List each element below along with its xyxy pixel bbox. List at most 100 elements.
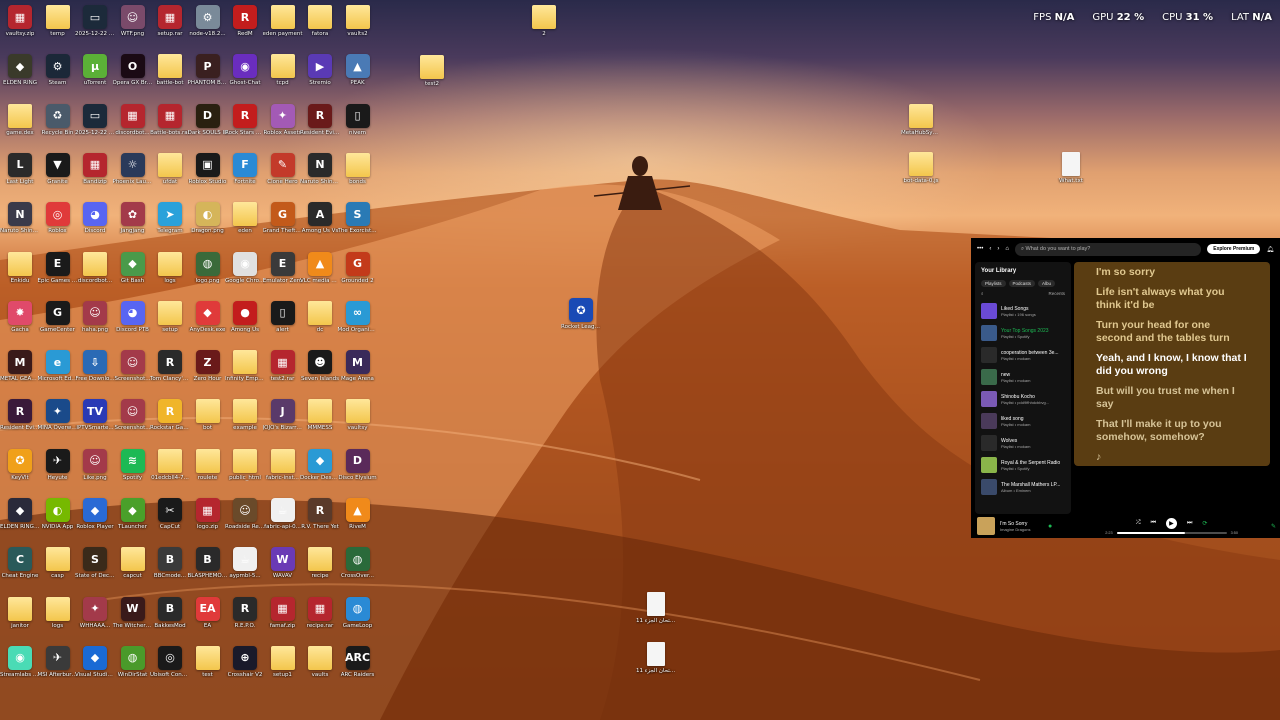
desktop-icon[interactable]: recipe — [302, 547, 338, 580]
desktop-icon[interactable]: vaultsy — [340, 399, 376, 432]
desktop-icon[interactable]: TV IPTVSmarte... — [76, 399, 114, 432]
desktop-icon[interactable]: امتحان الجزء 11 Aaqa ......... — [636, 592, 676, 625]
desktop-icon[interactable]: ◍ logo.png — [190, 251, 226, 285]
desktop-icon[interactable]: setup1 — [265, 645, 301, 679]
desktop-icon[interactable]: ⇩ Free Downlo... — [75, 350, 115, 383]
desktop-icon[interactable]: R Resident Evil 3 — [0, 399, 40, 432]
desktop-icon[interactable]: vaults2 — [340, 5, 376, 38]
shuffle-icon[interactable]: ⤮ — [1136, 520, 1141, 527]
desktop-icon[interactable]: casp — [40, 547, 76, 580]
now-playing-artist[interactable]: Imagine Dragons — [1000, 527, 1044, 532]
desktop-icon[interactable]: ◐ NVIDIA App — [40, 498, 76, 531]
desktop-icon[interactable]: ▣ Roblox Studio — [189, 152, 226, 186]
desktop-icon[interactable]: Z Zero Hour — [190, 350, 226, 383]
desktop-icon[interactable]: eden payment — [263, 5, 303, 38]
desktop-icon[interactable]: temp — [40, 5, 76, 38]
desktop-icon[interactable]: ∞ Mod Organizer — [338, 300, 378, 334]
desktop-icon[interactable]: BBLASPHEMOUS PC — [188, 547, 228, 580]
desktop-icon[interactable]: janitor — [2, 596, 38, 630]
desktop-icon[interactable]: test — [190, 645, 226, 679]
forward-icon[interactable]: › — [997, 246, 999, 252]
desktop-icon[interactable]: ◆ TLauncher — [115, 498, 151, 531]
playlist-item[interactable]: new Playlist • mokam — [975, 366, 1071, 388]
desktop-icon[interactable]: bot — [190, 399, 226, 432]
desktop-icon[interactable]: C Cheat Engine — [2, 547, 38, 580]
desktop-icon[interactable]: ☼Phoenix Launcher v2 — [113, 152, 153, 186]
desktop-icon[interactable]: ✦ Roblox Assets — [263, 103, 302, 137]
desktop-icon[interactable]: Infinity Empires — [225, 350, 265, 383]
desktop-icon[interactable]: NNaruto Shinobi... — [0, 202, 40, 235]
desktop-icon[interactable]: WThe Witcher 3 Wild Hunt — [113, 596, 153, 630]
desktop-icon[interactable]: ✪ KeyVlt — [2, 448, 38, 482]
desktop-icon[interactable]: ✈ MSI Afterburner — [38, 645, 78, 679]
desktop-icon[interactable]: ⚙ node-v18.2... — [189, 5, 226, 38]
desktop-icon[interactable]: G Grounded 2 — [340, 251, 376, 285]
desktop-icon[interactable]: ☺ haha.png — [77, 300, 113, 334]
lyric-line[interactable]: Life isn't always what you think it'd be — [1096, 286, 1248, 312]
desktop-icon[interactable]: setup — [152, 300, 188, 334]
previous-icon[interactable]: ⏮ — [1151, 520, 1156, 527]
desktop-icon[interactable]: ◕ Discord PTB — [115, 300, 151, 334]
desktop-icon[interactable]: tcpd — [265, 54, 301, 87]
desktop-icon[interactable]: M Mage Arena — [340, 350, 376, 383]
desktop-icon[interactable]: ◆Visual Studio Code — [75, 645, 115, 679]
desktop-icon[interactable]: ◉ Ghost-Chat — [227, 54, 263, 87]
desktop-icon[interactable]: ☺ Like.png — [77, 448, 113, 482]
desktop-icon[interactable]: example — [227, 399, 263, 432]
desktop-icon[interactable]: ✦ WHHAAA... — [77, 596, 113, 630]
desktop-icon[interactable]: capcut — [115, 547, 151, 580]
desktop-icon[interactable]: OOpera GX Browser — [113, 54, 153, 87]
desktop-icon[interactable]: logs — [40, 596, 76, 630]
spotify-window[interactable]: ••• ‹ › ⌂ ⌕ What do you want to play? Ex… — [971, 238, 1280, 538]
desktop-icon[interactable]: ◆ Roblox Player — [76, 498, 114, 531]
desktop-icon[interactable]: ⊕ Crosshair V2 — [227, 645, 263, 679]
desktop-icon[interactable]: battle-bot — [152, 54, 188, 87]
filter-chip[interactable]: Podcasts — [1008, 280, 1036, 287]
desktop-icon[interactable]: ▦ discordbot... — [115, 103, 151, 137]
desktop-icon[interactable]: ▦ test2.rar — [265, 350, 301, 383]
playlist-item[interactable]: Royal & the Serpent Radio Playlist • Spot… — [975, 454, 1071, 476]
desktop-icon[interactable]: ufdat — [152, 152, 188, 186]
desktop-icon[interactable]: ✪ Rocket League® — [561, 298, 601, 331]
desktop-icon[interactable]: ▲ PEAK — [340, 54, 376, 87]
lyric-line[interactable]: I'm so sorry — [1096, 266, 1248, 279]
recents-sort[interactable]: Recents — [1048, 291, 1065, 296]
desktop-icon[interactable]: B BakkesMod — [152, 596, 188, 630]
desktop-icon[interactable]: W WAVAV — [265, 547, 301, 580]
lyric-line[interactable]: But will you trust me when I say — [1096, 385, 1248, 411]
desktop-icon[interactable]: SThe Exorcist: Legion — [338, 202, 378, 235]
desktop-icon[interactable]: ▼ Granite — [40, 152, 76, 186]
desktop-icon[interactable]: SState of Decay 2 — [75, 547, 115, 580]
desktop-icon[interactable]: ● Among Us — [227, 300, 263, 334]
liked-check-icon[interactable]: ● — [1048, 523, 1052, 530]
desktop-icon[interactable]: 01edcbll4-7... — [151, 448, 189, 482]
desktop-icon[interactable]: ▦ logo.zip — [190, 498, 226, 531]
desktop-icon[interactable]: ◍ CrossOver... — [340, 547, 376, 580]
desktop-icon[interactable]: ARC ARC Raiders — [340, 645, 376, 679]
desktop-icon[interactable]: ▶ Stremio — [302, 54, 338, 87]
more-icon[interactable]: ••• — [977, 246, 983, 252]
desktop-icon[interactable]: ▦ recipe.rar — [302, 596, 338, 630]
desktop-icon[interactable]: eden — [227, 202, 263, 235]
explore-premium-button[interactable]: Explore Premium — [1207, 244, 1261, 254]
desktop-icon[interactable]: ◐ Dragon.png — [190, 202, 226, 235]
desktop-icon[interactable]: L Last Light — [2, 152, 38, 186]
desktop-icon[interactable]: vaults — [302, 645, 338, 679]
desktop-icon[interactable]: ✸ Gacha — [2, 300, 38, 334]
desktop-icon[interactable]: ▲ RiveM — [340, 498, 376, 531]
desktop-icon[interactable]: RRockstar Games... — [150, 399, 190, 432]
desktop-icon[interactable]: R Resident Evil 4 — [300, 103, 340, 137]
desktop-icon[interactable]: ◍ GameLoop — [340, 596, 376, 630]
desktop-icon[interactable]: ☕ aypmbl-5... — [227, 547, 263, 580]
desktop-icon[interactable]: fatora — [302, 5, 338, 38]
desktop-icon[interactable]: test2 — [414, 55, 450, 88]
play-button[interactable]: ▶ — [1165, 517, 1177, 529]
desktop-icon[interactable]: 2 — [526, 5, 562, 38]
desktop-icon[interactable]: R R.E.P.O. — [227, 596, 263, 630]
desktop-icon[interactable]: GGrand Theft Roleplay — [263, 202, 303, 235]
home-icon[interactable]: ⌂ — [1005, 246, 1009, 252]
desktop-icon[interactable]: game.dex — [2, 103, 38, 137]
desktop-icon[interactable]: What.txt — [1053, 152, 1089, 185]
lyric-line[interactable]: That I'll make it up to you somehow, som… — [1096, 418, 1248, 444]
desktop-icon[interactable]: ◍ WinDirStat — [115, 645, 151, 679]
